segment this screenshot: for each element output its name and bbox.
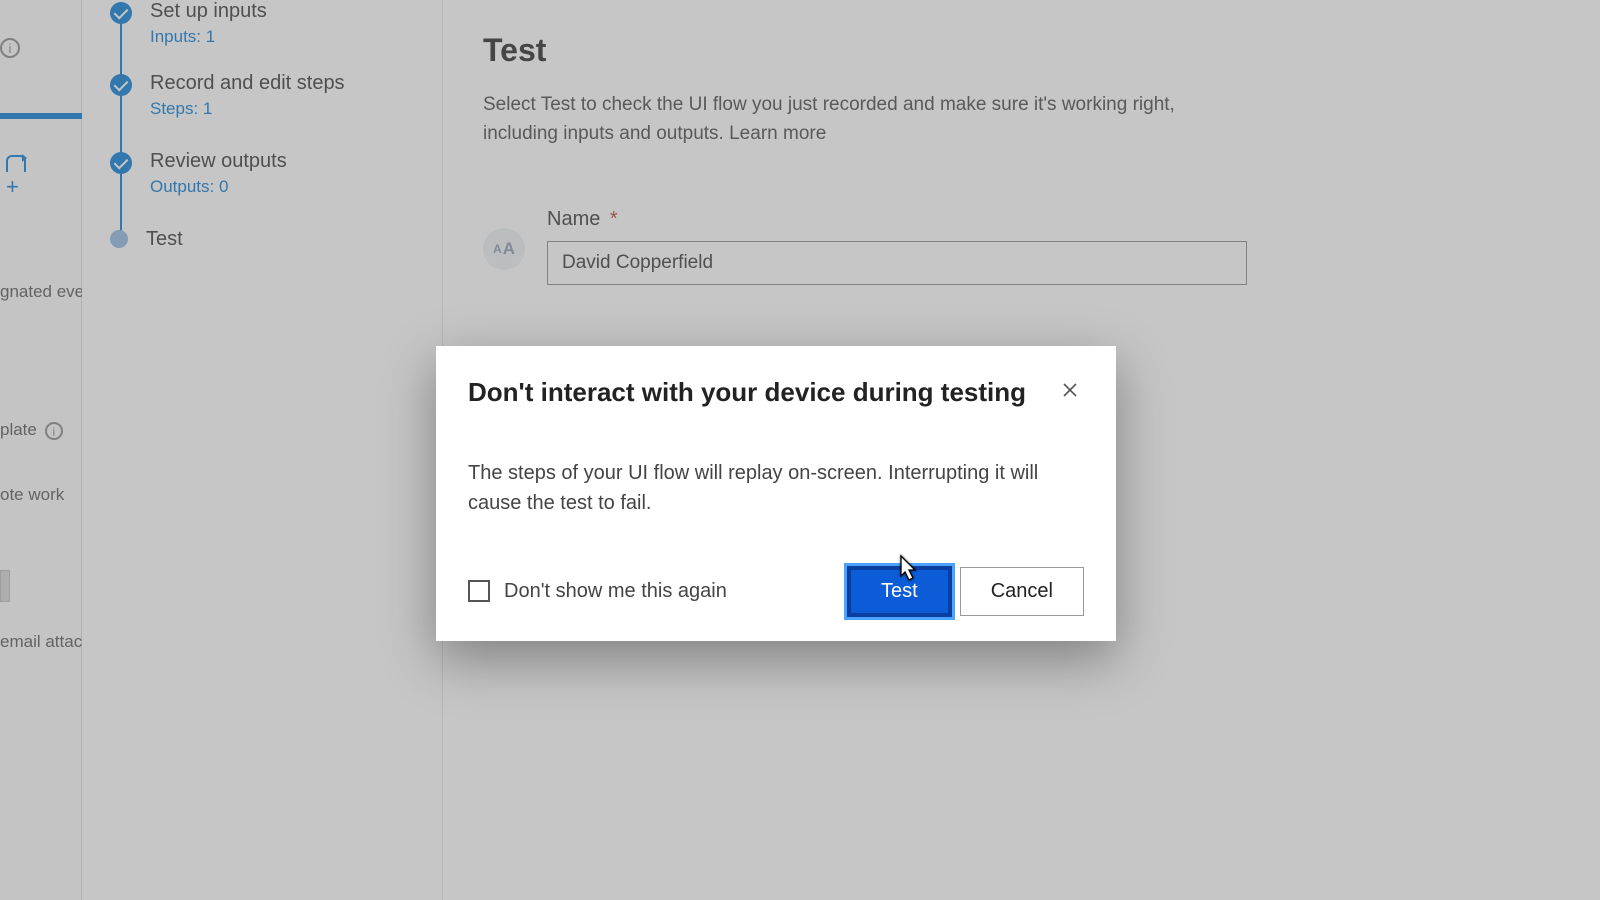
testing-warning-modal: Don't interact with your device during t… <box>436 346 1116 641</box>
dont-show-again-checkbox[interactable]: Don't show me this again <box>468 580 847 603</box>
close-icon[interactable] <box>1056 376 1084 404</box>
test-button[interactable]: Test <box>847 566 952 617</box>
checkbox-icon <box>468 580 490 602</box>
cancel-button[interactable]: Cancel <box>960 567 1084 616</box>
checkbox-label: Don't show me this again <box>504 580 727 603</box>
modal-body: The steps of your UI flow will replay on… <box>468 458 1084 518</box>
modal-title: Don't interact with your device during t… <box>468 376 1026 410</box>
